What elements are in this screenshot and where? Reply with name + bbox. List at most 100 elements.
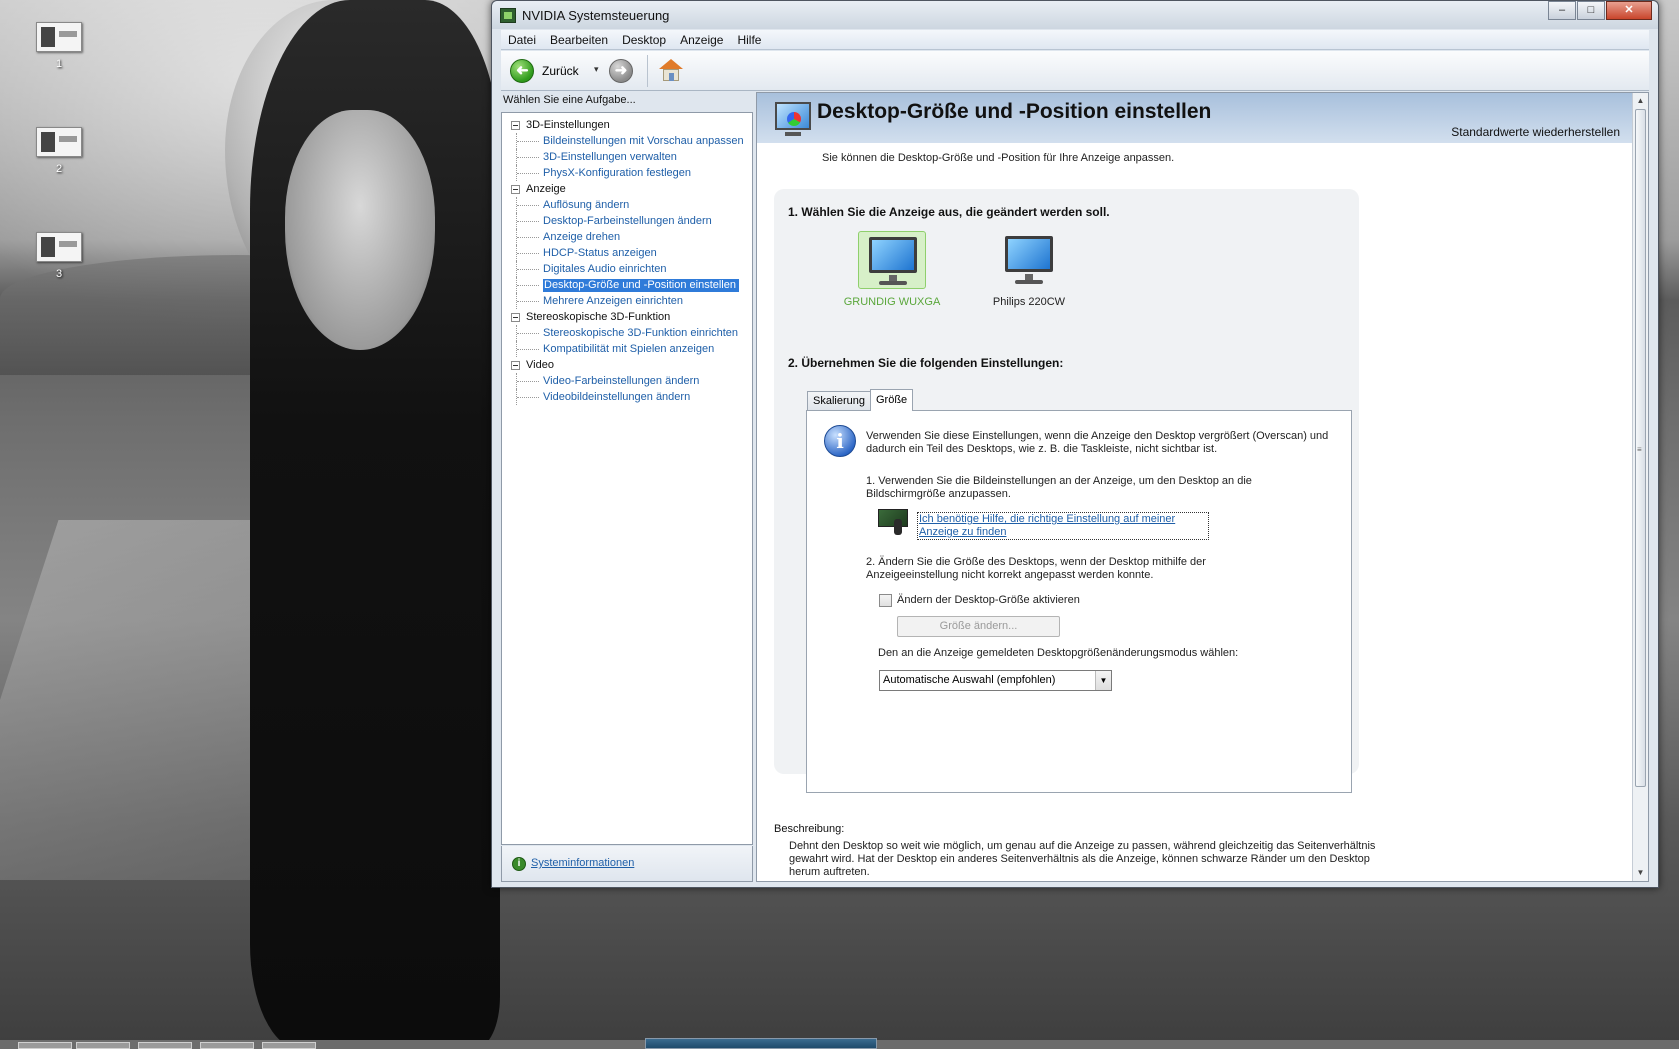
desktop-icon-label: 3: [55, 268, 63, 280]
tree-category-display[interactable]: Anzeige: [502, 181, 752, 197]
menu-bearbeiten[interactable]: Bearbeiten: [543, 33, 615, 47]
tree-category-stereoscopic-3d[interactable]: Stereoskopische 3D-Funktion: [502, 309, 752, 325]
caption-buttons: – □ ✕: [1547, 1, 1652, 21]
info-icon: i: [824, 425, 856, 457]
tree-item-change-resolution[interactable]: Auflösung ändern: [502, 197, 752, 213]
toolbar: ➜ Zurück ▾ ➜: [501, 51, 1649, 91]
tree-item-desktop-size-position[interactable]: Desktop-Größe und -Position einstellen: [502, 277, 752, 293]
enable-resize-label[interactable]: Ändern der Desktop-Größe aktivieren: [897, 594, 1080, 606]
menu-hilfe[interactable]: Hilfe: [730, 33, 768, 47]
title-bar[interactable]: NVIDIA Systemsteuerung – □ ✕: [492, 1, 1658, 29]
enable-resize-checkbox[interactable]: [879, 594, 892, 607]
tab-groesse[interactable]: Größe: [869, 389, 914, 411]
history-dropdown-icon[interactable]: ▾: [594, 64, 599, 75]
monitor-icon: [1005, 236, 1053, 272]
scroll-up-icon[interactable]: ▲: [1633, 93, 1648, 109]
info-text: Verwenden Sie diese Einstellungen, wenn …: [866, 430, 1329, 455]
tree-item-setup-stereoscopic-3d[interactable]: Stereoskopische 3D-Funktion einrichten: [502, 325, 752, 341]
page-title: Desktop-Größe und -Position einstellen: [817, 100, 1212, 123]
collapse-icon[interactable]: [511, 313, 520, 322]
settings-tabs: Skalierung Größe: [807, 389, 914, 411]
tree-item-game-compatibility[interactable]: Kompatibilität mit Spielen anzeigen: [502, 341, 752, 357]
menu-anzeige[interactable]: Anzeige: [673, 33, 730, 47]
tab-skalierung[interactable]: Skalierung: [807, 391, 871, 411]
desktop-icon-label: 1: [55, 58, 63, 70]
content-pane: Desktop-Größe und -Position einstellen S…: [756, 92, 1649, 882]
forward-arrow-icon[interactable]: ➜: [609, 59, 633, 83]
tree-category-video[interactable]: Video: [502, 357, 752, 373]
taskbar-button[interactable]: [262, 1042, 316, 1049]
desktop-icon-1[interactable]: 1: [34, 22, 84, 70]
menu-bar: Datei Bearbeiten Desktop Anzeige Hilfe: [501, 30, 1649, 50]
wallpaper-face: [285, 110, 435, 350]
taskbar-button[interactable]: [18, 1042, 72, 1049]
page-header: Desktop-Größe und -Position einstellen S…: [757, 93, 1634, 143]
tab-panel-groesse: i Verwenden Sie diese Einstellungen, wen…: [806, 410, 1352, 793]
display-philips-220cw[interactable]: Philips 220CW: [974, 231, 1084, 308]
collapse-icon[interactable]: [511, 121, 520, 130]
display-label: Philips 220CW: [992, 296, 1066, 308]
tree-item-image-settings-preview[interactable]: Bildeinstellungen mit Vorschau anpassen: [502, 133, 752, 149]
chevron-down-icon[interactable]: ▼: [1095, 671, 1111, 690]
description-text: Dehnt den Desktop so weit wie möglich, u…: [789, 840, 1376, 878]
tree-item-physx-config[interactable]: PhysX-Konfiguration festlegen: [502, 165, 752, 181]
collapse-icon[interactable]: [511, 361, 520, 370]
restore-defaults-link[interactable]: Standardwerte wiederherstellen: [1451, 125, 1620, 139]
tree-category-3d-settings[interactable]: 3D-Einstellungen: [502, 117, 752, 133]
desktop-thumbnail-icon: [36, 127, 82, 157]
tree-item-manage-3d-settings[interactable]: 3D-Einstellungen verwalten: [502, 149, 752, 165]
help-monitor-icon: [878, 509, 908, 535]
nvidia-control-panel-window: NVIDIA Systemsteuerung – □ ✕ Datei Bearb…: [491, 0, 1659, 888]
step1-heading: 1. Wählen Sie die Anzeige aus, die geänd…: [788, 205, 1110, 219]
option2-text: 2. Ändern Sie die Größe des Desktops, we…: [866, 556, 1206, 581]
system-info-link[interactable]: Systeminformationen: [531, 857, 634, 869]
intro-text: Sie können die Desktop-Größe und -Positi…: [822, 152, 1175, 164]
taskbar-button[interactable]: [76, 1042, 130, 1049]
display-grundig-wuxga[interactable]: GRUNDIG WUXGA: [837, 231, 947, 308]
vertical-scrollbar[interactable]: ▲ ≡ ▼: [1632, 93, 1648, 881]
menu-desktop[interactable]: Desktop: [615, 33, 673, 47]
task-pane-header: Wählen Sie eine Aufgabe...: [503, 94, 636, 106]
scrollbar-grip-icon: ≡: [1637, 445, 1642, 454]
collapse-icon[interactable]: [511, 185, 520, 194]
window-title: NVIDIA Systemsteuerung: [522, 8, 670, 23]
tree-item-digital-audio[interactable]: Digitales Audio einrichten: [502, 261, 752, 277]
display-settings-icon: [769, 100, 813, 138]
resize-mode-label: Den an die Anzeige gemeldeten Desktopgrö…: [878, 647, 1239, 659]
tree-item-video-color-settings[interactable]: Video-Farbeinstellungen ändern: [502, 373, 752, 389]
tree-item-desktop-color-settings[interactable]: Desktop-Farbeinstellungen ändern: [502, 213, 752, 229]
display-help-link[interactable]: Ich benötige Hilfe, die richtige Einstel…: [917, 512, 1209, 540]
desktop-thumbnail-icon: [36, 232, 82, 262]
resize-mode-select[interactable]: Automatische Auswahl (empfohlen) ▼: [879, 670, 1112, 691]
home-icon[interactable]: [659, 59, 683, 83]
tree-item-video-image-settings[interactable]: Videobildeinstellungen ändern: [502, 389, 752, 405]
task-tree: 3D-Einstellungen Bildeinstellungen mit V…: [501, 112, 753, 845]
minimize-button[interactable]: –: [1548, 1, 1576, 20]
back-arrow-icon[interactable]: ➜: [510, 59, 534, 83]
taskbar-active-window-button[interactable]: [645, 1038, 877, 1049]
tree-item-multiple-displays[interactable]: Mehrere Anzeigen einrichten: [502, 293, 752, 309]
resize-button[interactable]: Größe ändern...: [897, 616, 1060, 637]
step2-heading: 2. Übernehmen Sie die folgenden Einstell…: [788, 356, 1064, 370]
close-button[interactable]: ✕: [1606, 1, 1652, 20]
description-heading: Beschreibung:: [774, 823, 845, 835]
tree-item-rotate-display[interactable]: Anzeige drehen: [502, 229, 752, 245]
menu-datei[interactable]: Datei: [501, 33, 543, 47]
system-info-icon: i: [512, 857, 526, 871]
maximize-button[interactable]: □: [1577, 1, 1605, 20]
monitor-icon: [869, 237, 917, 273]
tree-item-hdcp-status[interactable]: HDCP-Status anzeigen: [502, 245, 752, 261]
toolbar-separator: [647, 55, 648, 87]
scroll-down-icon[interactable]: ▼: [1633, 865, 1648, 881]
resize-mode-value: Automatische Auswahl (empfohlen): [883, 674, 1056, 686]
taskbar-button[interactable]: [138, 1042, 192, 1049]
back-button-label[interactable]: Zurück: [542, 64, 579, 78]
desktop-icon-3[interactable]: 3: [34, 232, 84, 280]
display-label: GRUNDIG WUXGA: [843, 296, 941, 308]
taskbar-button[interactable]: [200, 1042, 254, 1049]
nvidia-app-icon: [500, 8, 516, 23]
system-info-bar: i Systeminformationen: [501, 846, 753, 882]
desktop-icon-label: 2: [55, 163, 63, 175]
desktop-icon-2[interactable]: 2: [34, 127, 84, 175]
desktop-thumbnail-icon: [36, 22, 82, 52]
